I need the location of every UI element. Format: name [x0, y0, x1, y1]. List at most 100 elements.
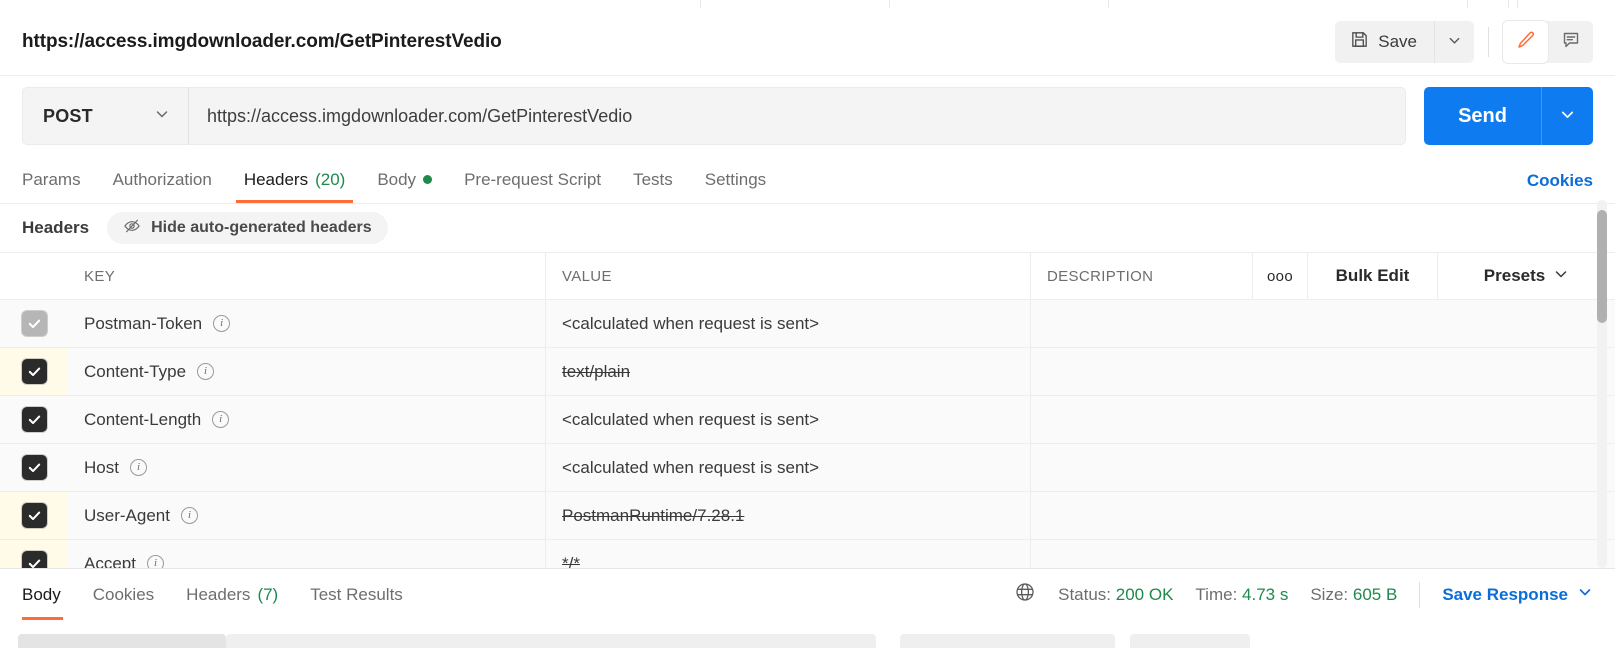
row-key-cell[interactable]: User-Agent i [68, 492, 546, 539]
tab-headers[interactable]: Headers (20) [228, 156, 362, 203]
headers-table-body: Postman-Token i <calculated when request i… [0, 300, 1615, 568]
save-options-button[interactable] [1434, 20, 1474, 63]
tab-body[interactable]: Body [361, 156, 448, 203]
request-header-bar: https://access.imgdownloader.com/GetPint… [0, 8, 1615, 76]
row-description-cell[interactable] [1031, 300, 1615, 347]
info-icon[interactable]: i [213, 315, 231, 332]
header-key: Accept [84, 553, 136, 569]
save-response-label: Save Response [1442, 584, 1568, 604]
toolbar-remnant[interactable] [18, 634, 226, 648]
header-key: Postman-Token [84, 313, 203, 333]
size-badge: Size: 605 B [1310, 585, 1397, 605]
table-row[interactable]: Accept i */* [0, 540, 1615, 568]
row-value-cell[interactable]: text/plain [546, 348, 1031, 395]
request-url-field[interactable] [188, 87, 1407, 145]
row-description-cell[interactable] [1031, 444, 1615, 491]
row-value-cell[interactable]: <calculated when request is sent> [546, 396, 1031, 443]
table-row[interactable]: Content-Length i <calculated when request … [0, 396, 1615, 444]
info-icon[interactable]: i [197, 363, 215, 380]
header-value: <calculated when request is sent> [562, 313, 820, 333]
row-checkbox-cell [0, 444, 68, 491]
row-enable-checkbox[interactable] [21, 455, 47, 480]
headers-section-title: Headers [22, 218, 90, 237]
ellipsis-icon[interactable]: ooo [1253, 253, 1308, 299]
response-tab-test-results[interactable]: Test Results [294, 569, 419, 620]
row-enable-checkbox[interactable] [21, 311, 47, 336]
request-tabs: Params Authorization Headers (20) Body P… [0, 156, 1615, 204]
edit-mode-button[interactable] [1503, 20, 1548, 63]
tab-params[interactable]: Params [22, 156, 97, 203]
row-key-cell[interactable]: Content-Length i [68, 396, 546, 443]
chevron-down-icon [1559, 106, 1576, 126]
row-checkbox-cell [0, 396, 68, 443]
tab-label: Pre-request Script [464, 169, 602, 189]
row-key-cell[interactable]: Host i [68, 444, 546, 491]
table-row[interactable]: User-Agent i PostmanRuntime/7.28.1 [0, 492, 1615, 540]
headers-table: KEY VALUE DESCRIPTION ooo Bulk Edit Pres… [0, 252, 1615, 568]
row-key-cell[interactable]: Accept i [68, 540, 546, 568]
row-description-cell[interactable] [1031, 492, 1615, 539]
row-key-cell[interactable]: Postman-Token i [68, 300, 546, 347]
url-input[interactable] [207, 105, 1388, 127]
row-value-cell[interactable]: PostmanRuntime/7.28.1 [546, 492, 1031, 539]
response-tab-headers[interactable]: Headers (7) [170, 569, 294, 620]
row-description-cell[interactable] [1031, 540, 1615, 568]
save-response-button[interactable]: Save Response [1442, 584, 1593, 605]
row-enable-checkbox[interactable] [21, 551, 47, 568]
tab-settings[interactable]: Settings [689, 156, 782, 203]
tab-label: Headers [186, 584, 251, 604]
header-value: <calculated when request is sent> [562, 457, 820, 477]
row-enable-checkbox[interactable] [21, 359, 47, 384]
toolbar-remnant[interactable] [1130, 634, 1250, 648]
info-icon[interactable]: i [129, 459, 147, 476]
row-enable-checkbox[interactable] [21, 503, 47, 528]
toolbar-remnant[interactable] [900, 634, 1115, 648]
send-button[interactable]: Send [1424, 87, 1541, 145]
send-options-button[interactable] [1541, 87, 1593, 145]
info-icon[interactable]: i [146, 555, 164, 568]
bulk-edit-button[interactable]: Bulk Edit [1308, 253, 1438, 299]
eye-off-icon [123, 217, 141, 240]
response-tab-body[interactable]: Body [22, 569, 77, 620]
size-value: 605 B [1352, 584, 1398, 604]
response-tab-cookies[interactable]: Cookies [77, 569, 170, 620]
row-value-cell[interactable]: */* [546, 540, 1031, 568]
comment-button[interactable] [1548, 21, 1593, 63]
headers-subbar: Headers Hide auto-generated headers [0, 204, 1615, 252]
table-row[interactable]: Content-Type i text/plain [0, 348, 1615, 396]
chevron-down-icon [1577, 584, 1593, 605]
column-header-key: KEY [68, 253, 546, 299]
cookies-link[interactable]: Cookies [1527, 171, 1593, 203]
headers-table-head: KEY VALUE DESCRIPTION ooo Bulk Edit Pres… [0, 253, 1615, 300]
scrollbar-thumb[interactable] [1597, 210, 1607, 323]
row-value-cell[interactable]: <calculated when request is sent> [546, 444, 1031, 491]
tab-tests[interactable]: Tests [617, 156, 689, 203]
presets-button[interactable]: Presets [1438, 253, 1615, 299]
chevron-down-icon [154, 106, 170, 127]
response-body-toolbar-remnant [0, 620, 1615, 648]
tab-remnant[interactable] [1508, 0, 1518, 8]
table-row[interactable]: Host i <calculated when request is sent> [0, 444, 1615, 492]
table-row[interactable]: Postman-Token i <calculated when request i… [0, 300, 1615, 348]
http-method-select[interactable]: POST [22, 87, 188, 145]
toolbar-remnant[interactable] [226, 634, 876, 648]
info-icon[interactable]: i [180, 507, 198, 524]
save-button[interactable]: Save [1335, 20, 1434, 63]
size-label: Size: [1310, 584, 1349, 604]
row-description-cell[interactable] [1031, 348, 1615, 395]
row-enable-checkbox[interactable] [21, 407, 47, 432]
tab-remnant[interactable] [700, 0, 890, 8]
hide-auto-generated-headers-button[interactable]: Hide auto-generated headers [107, 212, 388, 244]
tab-remnant[interactable] [1108, 0, 1468, 8]
info-icon[interactable]: i [212, 411, 230, 428]
chevron-down-icon [1553, 266, 1569, 287]
row-key-cell[interactable]: Content-Type i [68, 348, 546, 395]
status-badge: Status: 200 OK [1058, 585, 1173, 605]
row-description-cell[interactable] [1031, 396, 1615, 443]
tab-authorization[interactable]: Authorization [97, 156, 228, 203]
tab-pre-request-script[interactable]: Pre-request Script [448, 156, 617, 203]
headers-table-scrollbar[interactable] [1597, 200, 1607, 568]
row-checkbox-cell [0, 348, 68, 395]
column-header-description: DESCRIPTION [1031, 253, 1253, 299]
row-value-cell[interactable]: <calculated when request is sent> [546, 300, 1031, 347]
